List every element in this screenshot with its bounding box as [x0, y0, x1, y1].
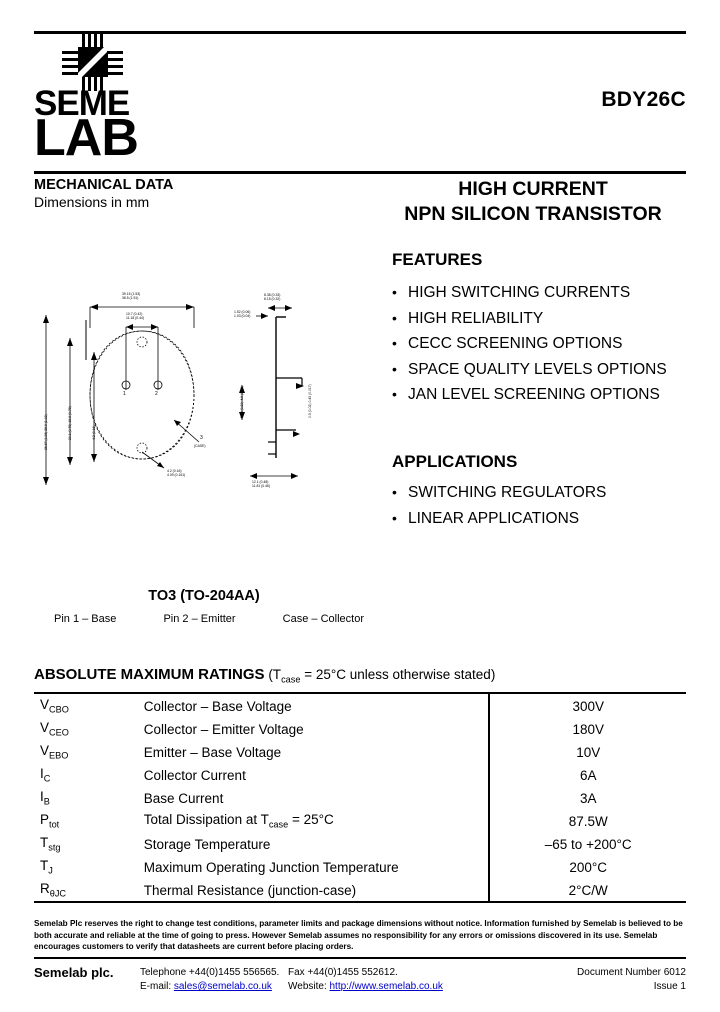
rating-value: 87.5W — [488, 809, 686, 832]
case-note-label: (CASE) — [194, 444, 206, 448]
footer-document-info: Document Number 6012 Issue 1 — [577, 966, 686, 994]
pin-assignment-case: Case – Collector — [282, 613, 364, 625]
table-row: Ptot Total Dissipation at Tcase = 25°C 8… — [34, 809, 686, 832]
list-item: LINEAR APPLICATIONS — [392, 506, 606, 532]
list-item: HIGH SWITCHING CURRENTS — [392, 280, 667, 306]
dimension-label: 4.2 (0.16) — [92, 425, 96, 440]
footer-contact: Telephone +44(0)1455 556565. Fax +44(0)14… — [140, 966, 443, 994]
rating-value: 180V — [488, 717, 686, 740]
table-row: TJ Maximum Operating Junction Temperatur… — [34, 855, 686, 878]
pin-assignment-2: Pin 2 – Emitter — [163, 613, 236, 625]
footer-fax: Fax +44(0)1455 552612. — [288, 967, 398, 978]
applications-list: SWITCHING REGULATORS LINEAR APPLICATIONS — [392, 480, 606, 531]
package-name: TO3 (TO-204AA) — [148, 588, 260, 604]
pin-assignment-1: Pin 1 – Base — [54, 613, 117, 625]
table-row: VCEO Collector – Emitter Voltage 180V — [34, 717, 686, 740]
list-item: SPACE QUALITY LEVELS OPTIONS — [392, 357, 667, 383]
rating-description: Thermal Resistance (junction-case) — [143, 882, 357, 898]
absolute-maximum-ratings-table: VCBO Collector – Base Voltage 300V VCEO … — [34, 692, 686, 903]
rating-symbol: VEBO — [40, 743, 69, 761]
rating-description: Emitter – Base Voltage — [143, 744, 282, 760]
table-row: IC Collector Current 6A — [34, 763, 686, 786]
datasheet-page: SEME LAB BDY26C MECHANICAL DATA Dimensio… — [0, 0, 720, 1012]
product-title-line1: HIGH CURRENT — [458, 178, 608, 200]
product-title-line2: NPN SILICON TRANSISTOR — [404, 203, 662, 225]
website-link[interactable]: http://www.semelab.co.uk — [330, 981, 443, 992]
features-list: HIGH SWITCHING CURRENTS HIGH RELIABILITY… — [392, 280, 667, 408]
dimension-label: 20.1 (0.79) 19.9 (0.78) — [68, 406, 72, 440]
rating-symbol: IC — [40, 766, 51, 784]
applications-heading: APPLICATIONS — [392, 452, 518, 471]
ratings-condition-pre: (T — [268, 667, 282, 682]
dimension-label: 8.38 (0.33) 8.15 (0.32) — [264, 293, 281, 302]
issue-number: Issue 1 — [653, 981, 686, 992]
list-item: JAN LEVEL SCREENING OPTIONS — [392, 382, 667, 408]
rating-symbol: IB — [40, 789, 50, 807]
rating-value: 6A — [488, 763, 686, 786]
document-number: Document Number 6012 — [577, 967, 686, 978]
logo-text-lab: LAB — [34, 109, 139, 167]
rating-symbol: VCEO — [40, 720, 69, 738]
rating-symbol: Tstg — [40, 835, 61, 853]
pin-1-label: 1 — [123, 391, 126, 397]
rating-description: Storage Temperature — [143, 836, 271, 852]
rating-symbol: RθJC — [40, 881, 67, 899]
table-row: VCBO Collector – Base Voltage 300V — [34, 693, 686, 717]
rating-description: Collector Current — [143, 767, 246, 783]
ratings-heading: ABSOLUTE MAXIMUM RATINGS (Tcase = 25°C u… — [34, 666, 495, 685]
rating-value: 3A — [488, 786, 686, 809]
dimension-label: 12.1 (0.48) 11.81 (0.46) — [252, 480, 271, 489]
rating-value: 200°C — [488, 855, 686, 878]
header-bottom-rule — [34, 171, 686, 174]
semelab-grid-logo-icon — [62, 33, 130, 91]
email-link[interactable]: sales@semelab.co.uk — [174, 981, 272, 992]
footer-website: Website: http://www.semelab.co.uk — [288, 981, 443, 992]
table-row: VEBO Emitter – Base Voltage 10V — [34, 740, 686, 763]
header-top-rule — [34, 31, 686, 34]
dimension-label: 4.2 (0.16) 4.09 (0.161) — [167, 469, 186, 478]
product-title: HIGH CURRENT NPN SILICON TRANSISTOR — [380, 177, 686, 227]
rating-symbol: Ptot — [40, 812, 60, 830]
rating-description: Collector – Base Voltage — [143, 698, 292, 714]
part-number: BDY26C — [601, 88, 686, 111]
pin-2-label: 2 — [155, 391, 158, 397]
dimension-label: 1.52 (0.06) 1.03 (0.04) — [234, 310, 251, 319]
list-item: CECC SCREENING OPTIONS — [392, 331, 667, 357]
rating-description: Collector – Emitter Voltage — [143, 721, 304, 737]
rating-value: –65 to +200°C — [488, 832, 686, 855]
rating-description: Base Current — [143, 790, 224, 806]
pin-3-label: 3 — [200, 435, 203, 441]
ratings-condition-sub: case — [281, 674, 301, 685]
table-row: RθJC Thermal Resistance (junction-case) … — [34, 878, 686, 902]
dimension-label: 5.08 (0.20) 4.6 (0.18) — [240, 386, 244, 418]
mechanical-data-title: MECHANICAL DATA — [34, 177, 174, 193]
features-heading: FEATURES — [392, 250, 483, 269]
ratings-heading-text: ABSOLUTE MAXIMUM RATINGS — [34, 666, 265, 683]
footer-email: E-mail: sales@semelab.co.uk — [140, 981, 272, 992]
disclaimer-text: Semelab Plc reserves the right to change… — [34, 919, 683, 951]
dimension-label: 10.7 (0.42) 11.18 (0.44) — [126, 312, 145, 321]
ratings-condition-post: = 25°C unless otherwise stated) — [300, 667, 496, 682]
list-item: HIGH RELIABILITY — [392, 306, 667, 332]
list-item: SWITCHING REGULATORS — [392, 480, 606, 506]
rating-description: Total Dissipation at Tcase = 25°C — [143, 812, 334, 830]
dimension-label: 26.67 (1.05) 25.9 (1.02) — [44, 414, 48, 450]
footer-rule — [34, 957, 686, 959]
dimension-label: 0.5 (0.02) 0.43 (0.017) — [308, 384, 312, 418]
rating-value: 10V — [488, 740, 686, 763]
pin-assignment-row: Pin 1 – Base Pin 2 – Emitter Case – Coll… — [34, 613, 384, 625]
mechanical-data-subtitle: Dimensions in mm — [34, 194, 150, 210]
rating-value: 300V — [488, 693, 686, 717]
table-row: Tstg Storage Temperature –65 to +200°C — [34, 832, 686, 855]
package-mechanical-drawing: 39.15 (1.53) 38.5 (1.51) 10.7 (0.42) 11.… — [34, 290, 374, 520]
rating-symbol: VCBO — [40, 697, 69, 715]
table-row: IB Base Current 3A — [34, 786, 686, 809]
footer-telephone: Telephone +44(0)1455 556565. — [140, 967, 280, 978]
dimension-label: 39.15 (1.53) 38.5 (1.51) — [122, 292, 141, 301]
rating-value: 2°C/W — [488, 878, 686, 902]
footer-company-name: Semelab plc. — [34, 965, 114, 980]
rating-symbol: TJ — [40, 858, 53, 876]
rating-description: Maximum Operating Junction Temperature — [143, 859, 399, 875]
